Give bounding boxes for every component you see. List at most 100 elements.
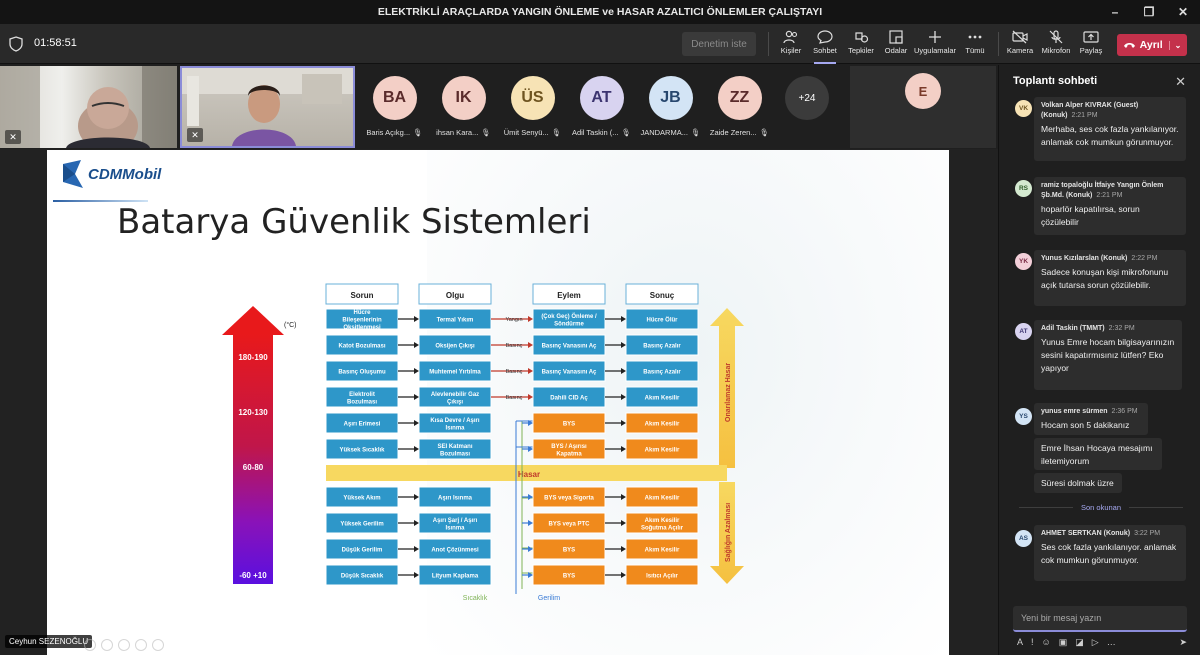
- priority-icon[interactable]: !: [1031, 637, 1034, 647]
- arrow-olgu-eylem-head: [528, 342, 533, 348]
- link-label: Basınç: [506, 343, 523, 349]
- presentation-slide: CDMMobil Batarya Güvenlik Sistemleri (°C…: [47, 150, 949, 655]
- header-sonuc: Sonuç: [650, 291, 675, 300]
- olgu-text: Aşırı Isınma: [438, 496, 473, 502]
- olgu-text: Anot Çözünmesi: [431, 548, 479, 554]
- avatar: AS: [1015, 530, 1032, 547]
- slide-nav-icon[interactable]: [101, 639, 113, 651]
- arrow-branch-head: [528, 520, 533, 526]
- sorun-text: Aşırı Erimesi: [344, 422, 381, 428]
- arrow-sorun-olgu-head: [414, 446, 419, 452]
- sticker-icon[interactable]: ◪: [1075, 637, 1084, 648]
- participant-tile[interactable]: ZZ Zaide Zeren... 🎙: [705, 66, 774, 148]
- maximize-button[interactable]: ❐: [1132, 0, 1166, 24]
- header-olgu: Olgu: [446, 291, 464, 300]
- participant-tile[interactable]: JB JANDARMA... 🎙: [636, 66, 705, 148]
- sonuc-text: Soğutma Açılır: [641, 525, 684, 531]
- sorun-text: Düşük Sıcaklık: [341, 574, 384, 580]
- sonuc-text: Basınç Azalır: [643, 370, 681, 376]
- sonuc-text: Akım Kesilir: [645, 548, 680, 554]
- arrow-eylem-sonuc-head: [621, 316, 626, 322]
- meeting-timer: 01:58:51: [34, 37, 77, 49]
- link-label: Basınç: [506, 369, 523, 375]
- slide-navigation: [84, 639, 164, 651]
- diagram-row: Düşük Sıcaklık Lityum Kaplama BYS Isıtıcı A…: [325, 564, 699, 586]
- slide-nav-icon[interactable]: [84, 639, 96, 651]
- mic-off-icon: 🎙: [690, 128, 701, 137]
- chevron-down-icon[interactable]: ⌄: [1168, 40, 1181, 50]
- arrow-eylem-sonuc-head: [621, 520, 626, 526]
- irreparable-damage-label: Onarılamaz Hasar: [725, 363, 732, 422]
- arrow-eylem-sonuc-head: [621, 494, 626, 500]
- olgu-text: SEI Katmanı: [437, 444, 472, 450]
- sonuc-text: Akım Kesilir: [645, 422, 680, 428]
- mic-off-icon: 🎙: [481, 128, 491, 137]
- camera-off-icon: [1012, 30, 1028, 44]
- chat-panel-title: Toplantı sohbeti: [1013, 75, 1098, 87]
- leave-button[interactable]: Ayrıl ⌄: [1117, 34, 1187, 56]
- share-button[interactable]: Paylaş: [1069, 28, 1113, 62]
- breakout-rooms-icon: [889, 30, 903, 44]
- participant-tile[interactable]: BA Baris Açıkg... 🎙: [360, 66, 429, 148]
- participant-tile[interactable]: ÜS Ümit Senyü... 🎙: [498, 66, 567, 148]
- eylem-text: Dahili CID Aç: [550, 396, 588, 402]
- presenter-name-badge: Ceyhun SEZENOĞLU: [5, 635, 93, 648]
- slide-nav-icon[interactable]: [152, 639, 164, 651]
- eylem-text: BYS veya Sigorta: [544, 496, 594, 502]
- header-sorun: Sorun: [350, 291, 373, 300]
- sorun-text: Hücre: [353, 310, 371, 316]
- participant-tile[interactable]: IK ihsan Kara... 🎙: [429, 66, 498, 148]
- olgu-text: Termal Yıkım: [437, 318, 474, 324]
- participant-video-2[interactable]: ✕: [180, 66, 355, 148]
- health-decline-label: Sağlığın Azalması: [725, 503, 732, 562]
- temperature-scale-bar: [233, 334, 273, 584]
- diagram-row: Katot Bozulması Oksijen Çıkışı Basınç Vana…: [325, 334, 699, 356]
- stream-icon[interactable]: ▷: [1092, 637, 1099, 648]
- temp-label: 60-80: [243, 463, 264, 472]
- temperature-arrow-head: [222, 306, 284, 335]
- sorun-text: Katot Bozulması: [338, 344, 385, 350]
- close-window-button[interactable]: ✕: [1166, 0, 1200, 24]
- diagram-row: Yüksek Gerilim Aşırı Şarj / AşırıIsınma BY…: [325, 512, 699, 534]
- emoji-icon[interactable]: ☺: [1042, 637, 1051, 647]
- more-actions-button[interactable]: Tümü: [953, 28, 997, 62]
- participant-tile-extra[interactable]: E: [850, 66, 996, 148]
- more-participants-button[interactable]: +24: [785, 76, 829, 120]
- close-icon[interactable]: ✕: [1175, 74, 1186, 90]
- send-icon[interactable]: ➤: [1179, 637, 1187, 648]
- arrow-olgu-eylem-head: [528, 368, 533, 374]
- rooms-button[interactable]: Odalar: [874, 28, 918, 62]
- sorun-text: Yüksek Akım: [343, 496, 380, 502]
- avatar: VK: [1015, 100, 1032, 117]
- header-eylem: Eylem: [557, 291, 581, 300]
- participant-video-1[interactable]: ✕: [0, 66, 177, 148]
- avatar: YS: [1015, 408, 1032, 425]
- arrow-sorun-olgu-head: [414, 520, 419, 526]
- video-frame: [0, 66, 177, 148]
- slide-nav-icon[interactable]: [118, 639, 130, 651]
- apps-button[interactable]: Uygulamalar: [913, 28, 957, 62]
- gif-icon[interactable]: ▣: [1059, 637, 1068, 648]
- temperature-unit: (°C): [284, 321, 297, 329]
- participant-tile[interactable]: AT Adil Taskin (... 🎙: [567, 66, 636, 148]
- arrow-olgu-eylem-head: [528, 394, 533, 400]
- arrow-eylem-sonuc-head: [621, 368, 626, 374]
- eylem-text: BYS: [563, 548, 575, 554]
- ellipsis-icon[interactable]: …: [1107, 637, 1116, 647]
- mic-off-icon: 🎙: [551, 128, 562, 137]
- slide-nav-icon[interactable]: [135, 639, 147, 651]
- diagram-row: Basınç Oluşumu Muhtemel Yırtılma Basınç Va…: [325, 360, 699, 382]
- diagram-row: Hücre BileşenlerininOksitlenmesi Termal Yı…: [325, 308, 699, 331]
- avatar: ÜS: [510, 76, 555, 120]
- avatar: RS: [1015, 180, 1032, 197]
- olgu-text: Bozulması: [440, 451, 470, 457]
- arrow-sorun-olgu-head: [414, 546, 419, 552]
- sonuc-text: Akım Kesilir: [645, 448, 680, 454]
- request-control-button[interactable]: Denetim iste: [682, 32, 756, 56]
- minimize-button[interactable]: –: [1098, 0, 1132, 24]
- arrow-eylem-sonuc-head: [621, 546, 626, 552]
- format-icon[interactable]: A: [1017, 637, 1023, 647]
- chat-compose-input[interactable]: Yeni bir mesaj yazın: [1013, 606, 1187, 632]
- arrow-sorun-olgu-head: [414, 342, 419, 348]
- temp-label: -60 +10: [239, 571, 267, 580]
